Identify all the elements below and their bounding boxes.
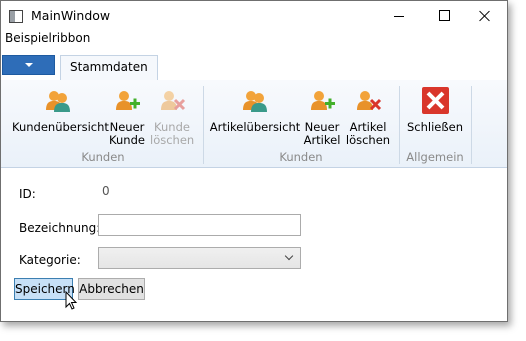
delete-customer-button[interactable]: Kunde löschen xyxy=(150,84,194,147)
new-article-button[interactable]: Neuer Artikel xyxy=(301,84,343,147)
group-separator xyxy=(471,86,472,164)
bezeichnung-input[interactable] xyxy=(98,214,301,236)
mouse-cursor-icon xyxy=(65,291,78,310)
kategorie-select[interactable] xyxy=(98,247,301,269)
delete-article-button[interactable]: Artikel löschen xyxy=(345,84,391,147)
maximize-button[interactable] xyxy=(422,1,468,31)
customers-overview-icon xyxy=(46,91,70,112)
group-separator xyxy=(399,86,400,164)
cancel-button[interactable]: Abbrechen xyxy=(78,278,145,300)
menu-item-beispielribbon[interactable]: Beispielribbon xyxy=(5,31,90,45)
chevron-down-icon xyxy=(284,251,294,261)
group-label-artikel: Kunden xyxy=(279,150,323,164)
id-label: ID: xyxy=(19,187,36,201)
close-app-button[interactable]: Schließen xyxy=(403,84,467,134)
new-customer-icon xyxy=(116,91,140,110)
tab-stammdaten[interactable]: Stammdaten xyxy=(60,55,158,80)
delete-article-icon xyxy=(357,91,382,111)
ribbon-group-artikel: Artikelübersicht Neuer Artikel Artikel l… xyxy=(209,84,393,164)
window-app-icon xyxy=(9,10,23,23)
ribbon-group-kunden: Kundenübersicht Neuer Kunde Kunde lösche… xyxy=(9,84,197,164)
articles-overview-icon xyxy=(243,91,267,112)
ribbon-group-allgemein: Schließen Allgemein xyxy=(403,84,467,164)
dropdown-arrow-icon xyxy=(25,63,33,67)
group-separator xyxy=(203,86,204,164)
kategorie-label: Kategorie: xyxy=(19,253,81,267)
title-bar: MainWindow xyxy=(1,1,507,31)
group-label-kunden: Kunden xyxy=(81,150,125,164)
menu-bar: Beispielribbon xyxy=(5,31,90,45)
bezeichnung-label: Bezeichnung: xyxy=(19,221,101,235)
window-title: MainWindow xyxy=(31,8,111,23)
id-value: 0 xyxy=(102,184,110,198)
close-red-x-icon xyxy=(422,87,449,114)
customers-overview-button[interactable]: Kundenübersicht xyxy=(12,84,109,134)
minimize-button[interactable] xyxy=(376,1,422,31)
new-customer-button[interactable]: Neuer Kunde xyxy=(106,84,148,147)
articles-overview-button[interactable]: Artikelübersicht xyxy=(209,84,301,134)
delete-customer-icon xyxy=(161,91,186,111)
main-window: MainWindow Beispielribbon Stammdaten Kun… xyxy=(0,0,508,322)
ribbon-panel: Kundenübersicht Neuer Kunde Kunde lösche… xyxy=(1,80,507,168)
ribbon-tab-strip: Stammdaten xyxy=(1,55,507,81)
new-article-icon xyxy=(311,91,335,110)
group-label-allgemein: Allgemein xyxy=(406,150,464,164)
application-menu-button[interactable] xyxy=(2,55,55,75)
close-window-button[interactable] xyxy=(463,1,509,31)
